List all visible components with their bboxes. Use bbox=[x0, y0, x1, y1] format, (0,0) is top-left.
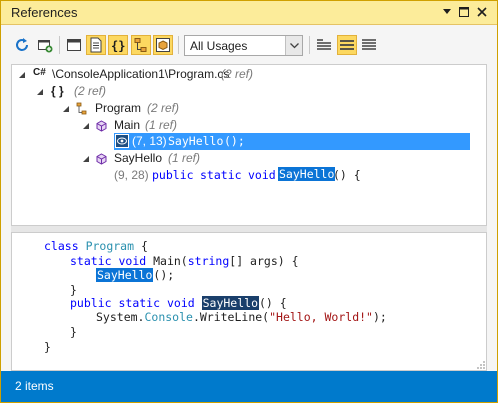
method-cube-icon bbox=[96, 120, 107, 132]
ref-count: (2 ref) bbox=[74, 84, 107, 98]
code-highlight: SayHello bbox=[201, 296, 259, 310]
code-line: SayHello(); bbox=[96, 268, 175, 282]
tree-item-namespace[interactable]: { } (2 ref) bbox=[36, 84, 336, 100]
dropdown-arrow-icon[interactable] bbox=[439, 4, 455, 20]
tree-item-main-method[interactable]: Main (1 ref) bbox=[82, 118, 382, 134]
maximize-icon[interactable] bbox=[456, 4, 472, 20]
method-cube-icon bbox=[96, 153, 107, 165]
ref-count: (2 ref) bbox=[221, 67, 254, 81]
tree-item-file[interactable]: C# \ConsoleApplication1\Program.cs (2 re… bbox=[18, 67, 438, 83]
code-highlight: SayHello bbox=[96, 268, 154, 282]
expanded-arrow-icon[interactable] bbox=[82, 155, 90, 163]
expanded-arrow-icon[interactable] bbox=[62, 105, 70, 113]
namespace-braces-icon[interactable]: {} bbox=[108, 35, 128, 55]
class-box-icon[interactable] bbox=[153, 35, 173, 55]
group-flat-icon[interactable] bbox=[359, 35, 379, 55]
title-bar: References bbox=[1, 1, 497, 25]
file-icon[interactable] bbox=[86, 35, 106, 55]
expanded-arrow-icon[interactable] bbox=[18, 71, 26, 79]
svg-text:{}: {} bbox=[111, 39, 125, 52]
new-window-icon[interactable] bbox=[35, 35, 55, 55]
resize-grip-icon[interactable] bbox=[476, 360, 486, 370]
references-tree[interactable]: C# \ConsoleApplication1\Program.cs (2 re… bbox=[11, 64, 487, 226]
code-line: System.Console.WriteLine("Hello, World!"… bbox=[96, 310, 387, 324]
toolbar: {} All Usages bbox=[1, 26, 497, 64]
usage-highlight: SayHello bbox=[168, 134, 224, 148]
tree-item-class[interactable]: Program (2 ref) bbox=[62, 101, 362, 117]
status-item-count: 2 items bbox=[15, 379, 54, 393]
close-icon[interactable] bbox=[474, 4, 490, 20]
tree-item-sayhello-method[interactable]: SayHello (1 ref) bbox=[82, 151, 382, 167]
keyword-void: void bbox=[248, 168, 276, 182]
ref-count: (2 ref) bbox=[147, 101, 180, 115]
chevron-down-icon[interactable] bbox=[285, 36, 302, 55]
class-icon bbox=[76, 102, 87, 115]
usage-row-main[interactable]: (7, 13) SayHello (); bbox=[114, 133, 470, 150]
keyword-static: static bbox=[200, 168, 242, 182]
usage-filter-value: All Usages bbox=[190, 39, 248, 53]
usage-row-sayhello[interactable]: (9, 28) public static void SayHello () { bbox=[114, 167, 470, 183]
usage-location: (9, 28) bbox=[114, 168, 149, 182]
class-label: Program bbox=[95, 101, 142, 115]
class-hierarchy-icon[interactable] bbox=[131, 35, 151, 55]
usage-filter-dropdown[interactable]: All Usages bbox=[184, 35, 303, 56]
namespace-icon: { } bbox=[51, 84, 64, 98]
window-title: References bbox=[11, 5, 78, 20]
file-path: \ConsoleApplication1\Program.cs bbox=[52, 67, 230, 81]
usage-eye-icon bbox=[115, 134, 129, 148]
group-list-active-icon[interactable] bbox=[337, 35, 357, 55]
code-line: } bbox=[70, 325, 77, 339]
usage-code-rest: () { bbox=[333, 168, 361, 182]
ref-count: (1 ref) bbox=[145, 118, 178, 132]
code-line: static void Main(string[] args) { bbox=[70, 254, 299, 268]
method-label: Main bbox=[114, 118, 141, 132]
code-line: class Program { bbox=[44, 239, 148, 253]
refresh-icon[interactable] bbox=[12, 35, 32, 55]
window-icon[interactable] bbox=[64, 35, 84, 55]
references-window: References {} All Usages C# \ConsoleAppl… bbox=[0, 0, 498, 403]
status-bar: 2 items bbox=[1, 371, 497, 402]
expanded-arrow-icon[interactable] bbox=[36, 88, 44, 96]
group-list-icon[interactable] bbox=[314, 35, 334, 55]
ref-count: (1 ref) bbox=[168, 151, 201, 165]
usage-code-rest: (); bbox=[224, 134, 245, 148]
usage-location: (7, 13) bbox=[132, 134, 167, 148]
code-preview[interactable]: class Program { static void Main(string[… bbox=[11, 232, 487, 371]
code-line: } bbox=[44, 340, 51, 354]
method-label: SayHello bbox=[114, 151, 163, 165]
expanded-arrow-icon[interactable] bbox=[82, 122, 90, 130]
usage-highlight: SayHello bbox=[278, 167, 336, 181]
keyword-public: public bbox=[152, 168, 194, 182]
csharp-file-icon: C# bbox=[33, 67, 46, 78]
code-line: public static void SayHello() { bbox=[70, 296, 287, 310]
